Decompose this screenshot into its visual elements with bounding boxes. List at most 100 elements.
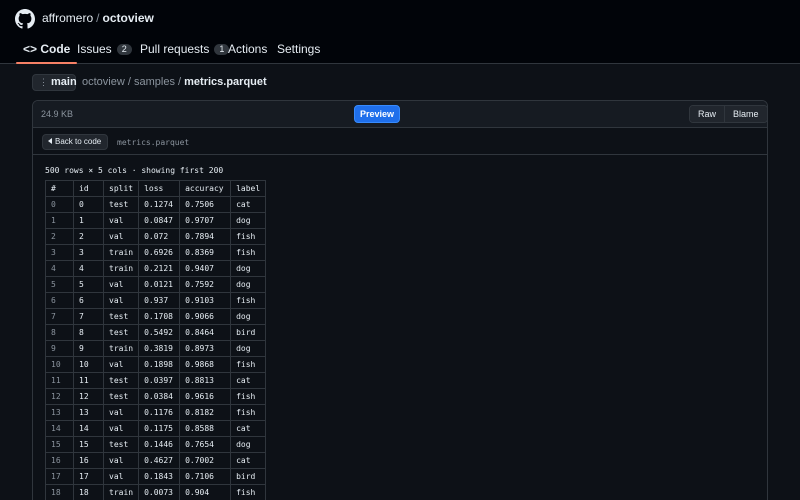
table-cell: val <box>102 292 140 309</box>
tab-actions-label: Actions <box>228 42 268 56</box>
column-header[interactable]: # <box>45 180 74 197</box>
table-row: 16 16 val 0.4627 0.7002 cat <box>45 452 267 469</box>
table-cell: train <box>102 484 140 500</box>
table-cell: 0.0121 <box>138 276 181 293</box>
table-cell: 0.904 <box>179 484 232 500</box>
breadcrumb-folder-link[interactable]: samples <box>134 76 175 88</box>
table-row: 9 9 train 0.3819 0.8973 dog <box>45 340 267 357</box>
back-to-code-button[interactable]: Back to code <box>42 134 109 150</box>
file-header: 24.9 KB Preview Raw Blame <box>33 101 767 128</box>
column-header[interactable]: id <box>73 180 104 197</box>
table-cell: val <box>102 404 140 421</box>
table-cell: cat <box>230 452 267 469</box>
column-header[interactable]: split <box>102 180 140 197</box>
table-cell: 0.9707 <box>179 212 232 229</box>
table-cell: cat <box>230 420 267 437</box>
row-index-cell: 1 <box>45 212 74 229</box>
row-index-cell: 15 <box>45 436 74 453</box>
row-index-cell: 2 <box>45 228 74 245</box>
table-cell: 0.7894 <box>179 228 232 245</box>
repo-owner-link[interactable]: affromero <box>42 11 93 25</box>
row-index-cell: 8 <box>45 324 74 341</box>
table-summary: 500 rows × 5 cols · showing first 200 <box>45 166 224 175</box>
table-cell: 0.0847 <box>138 212 181 229</box>
table-cell: 4 <box>73 260 104 277</box>
table-cell: 9 <box>73 340 104 357</box>
table-row: 8 8 test 0.5492 0.8464 bird <box>45 324 267 341</box>
table-cell: val <box>102 468 140 485</box>
table-cell: train <box>102 260 140 277</box>
table-cell: 0.072 <box>138 228 181 245</box>
row-index-cell: 5 <box>45 276 74 293</box>
table-cell: test <box>102 372 140 389</box>
github-logo-icon[interactable] <box>15 9 35 29</box>
table-cell: fish <box>230 292 267 309</box>
table-row: 17 17 val 0.1843 0.7106 bird <box>45 468 267 485</box>
table-cell: test <box>102 308 140 325</box>
data-table: # id split loss accuracy label 0 0 test 0.1274 0.… <box>45 180 267 500</box>
repo-name-link[interactable]: octoview <box>102 11 153 25</box>
table-cell: 14 <box>73 420 104 437</box>
table-cell: 8 <box>73 324 104 341</box>
table-header-row: # id split loss accuracy label <box>45 180 267 197</box>
branch-grip-icon: ⋮ <box>39 77 48 87</box>
table-cell: 0.1176 <box>138 404 181 421</box>
table-cell: dog <box>230 308 267 325</box>
table-cell: 0.9407 <box>179 260 232 277</box>
table-cell: train <box>102 340 140 357</box>
table-row: 1 1 val 0.0847 0.9707 dog <box>45 212 267 229</box>
row-index-cell: 17 <box>45 468 74 485</box>
breadcrumb-repo-link[interactable]: octoview <box>82 76 125 88</box>
blame-button[interactable]: Blame <box>724 106 767 122</box>
table-row: 0 0 test 0.1274 0.7506 cat <box>45 196 267 213</box>
tab-pull-requests[interactable]: Pull requests 1 <box>140 43 230 64</box>
table-cell: fish <box>230 484 267 500</box>
breadcrumb: octoview / samples / metrics.parquet <box>82 76 267 89</box>
preview-button[interactable]: Preview <box>354 105 400 123</box>
row-index-cell: 12 <box>45 388 74 405</box>
row-index-cell: 4 <box>45 260 74 277</box>
file-viewer: 24.9 KB Preview Raw Blame Back to code m… <box>32 100 768 500</box>
table-cell: 0.7592 <box>179 276 232 293</box>
table-row: 7 7 test 0.1708 0.9066 dog <box>45 308 267 325</box>
table-cell: 0.8464 <box>179 324 232 341</box>
row-index-cell: 11 <box>45 372 74 389</box>
tab-settings[interactable]: Settings <box>277 43 320 64</box>
branch-selector-button[interactable]: ⋮ main <box>32 74 77 91</box>
column-header[interactable]: loss <box>138 180 181 197</box>
row-index-cell: 14 <box>45 420 74 437</box>
tab-code[interactable]: <> Code <box>15 43 78 64</box>
row-index-cell: 9 <box>45 340 74 357</box>
table-cell: 0.1446 <box>138 436 181 453</box>
table-cell: 0.8973 <box>179 340 232 357</box>
table-cell: dog <box>230 436 267 453</box>
table-cell: 12 <box>73 388 104 405</box>
table-cell: 18 <box>73 484 104 500</box>
table-cell: 7 <box>73 308 104 325</box>
table-cell: 0.9103 <box>179 292 232 309</box>
table-cell: val <box>102 228 140 245</box>
table-cell: 1 <box>73 212 104 229</box>
raw-button[interactable]: Raw <box>690 106 725 122</box>
table-cell: dog <box>230 276 267 293</box>
column-header[interactable]: accuracy <box>179 180 232 197</box>
table-cell: 15 <box>73 436 104 453</box>
tab-settings-label: Settings <box>277 42 321 56</box>
table-cell: 0.7654 <box>179 436 232 453</box>
table-row: 13 13 val 0.1176 0.8182 fish <box>45 404 267 421</box>
column-header[interactable]: label <box>230 180 267 197</box>
table-cell: 0.9066 <box>179 308 232 325</box>
table-row: 2 2 val 0.072 0.7894 fish <box>45 228 267 245</box>
table-cell: 0.8813 <box>179 372 232 389</box>
table-cell: cat <box>230 372 267 389</box>
table-cell: 10 <box>73 356 104 373</box>
repo-path: affromero / octoview <box>42 11 154 26</box>
table-cell: 0.1843 <box>138 468 181 485</box>
tab-actions[interactable]: Actions <box>228 43 267 64</box>
tab-issues[interactable]: Issues 2 <box>77 43 132 64</box>
table-row: 10 10 val 0.1898 0.9868 fish <box>45 356 267 373</box>
table-row: 12 12 test 0.0384 0.9616 fish <box>45 388 267 405</box>
file-size: 24.9 KB <box>41 109 74 119</box>
table-cell: 0.7106 <box>179 468 232 485</box>
table-cell: bird <box>230 468 267 485</box>
